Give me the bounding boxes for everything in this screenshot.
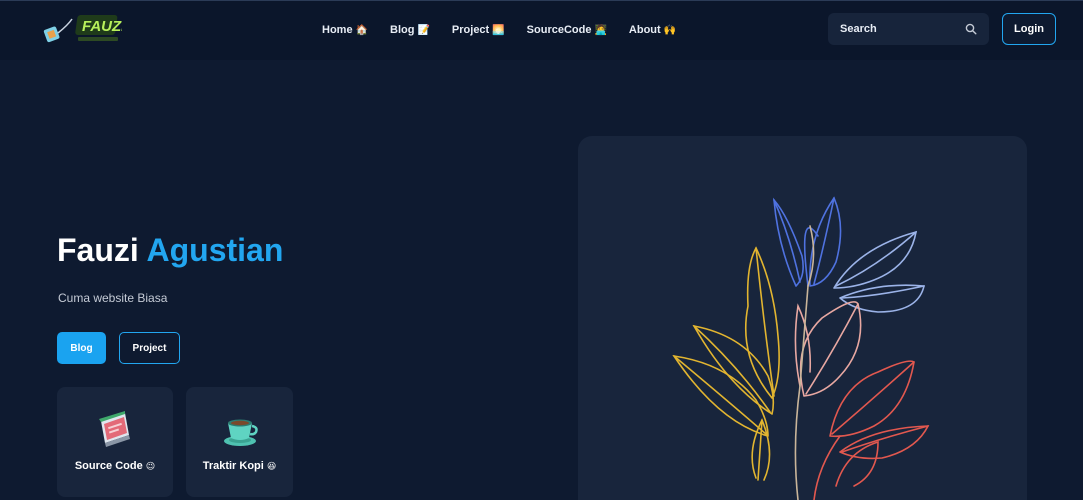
yellow-leaves xyxy=(672,246,780,481)
nav-about-label: About xyxy=(628,24,661,36)
traktir-kopi-card[interactable]: Traktir Kopi 😆 xyxy=(186,387,293,497)
nav-sourcecode[interactable]: SourceCode 🧑‍💻 xyxy=(527,24,607,36)
light-blue-leaves xyxy=(833,230,925,313)
nav-project-label: Project xyxy=(451,24,490,36)
svg-text:FAUZI: FAUZI xyxy=(82,18,122,35)
hero-illustration-panel xyxy=(578,136,1027,500)
house-icon: 🏠 xyxy=(355,24,369,36)
memo-icon: 📝 xyxy=(417,24,430,36)
search-icon[interactable] xyxy=(965,23,977,35)
sunrise-icon: 🌅 xyxy=(492,24,505,36)
site-logo[interactable]: FAUZI xyxy=(42,13,126,47)
nav-blog-label: Blog xyxy=(390,24,415,36)
source-code-card-text: Source Code xyxy=(74,460,143,472)
technologist-icon: 🧑‍💻 xyxy=(594,24,607,36)
coffee-cup-icon xyxy=(223,419,258,446)
hero-subtitle: Cuma website Biasa xyxy=(58,291,168,305)
main-nav: Home 🏠 Blog 📝 Project 🌅 SourceCode 🧑‍💻 A… xyxy=(322,21,676,39)
source-code-card-label: Source Code 😉 xyxy=(57,460,173,472)
logo-icon: FAUZI xyxy=(43,15,126,43)
nav-home-label: Home xyxy=(322,24,353,36)
wink-emoji-icon: 😉 xyxy=(145,461,156,471)
project-button[interactable]: Project xyxy=(119,332,180,364)
hero-title-first: Fauzi xyxy=(57,232,139,268)
blue-leaves xyxy=(772,196,842,287)
nav-project[interactable]: Project 🌅 xyxy=(452,24,505,36)
nav-sourcecode-label: SourceCode xyxy=(526,24,592,36)
raised-hands-icon: 🙌 xyxy=(663,24,677,36)
blog-button[interactable]: Blog xyxy=(57,332,106,364)
nav-about[interactable]: About 🙌 xyxy=(629,24,676,36)
traktir-kopi-card-label: Traktir Kopi 😆 xyxy=(186,460,293,472)
grin-emoji-icon: 😆 xyxy=(266,461,277,471)
code-window-icon xyxy=(99,411,130,447)
login-button[interactable]: Login xyxy=(1002,13,1056,45)
search-bar xyxy=(828,13,989,45)
nav-home[interactable]: Home 🏠 xyxy=(322,24,368,36)
traktir-kopi-card-text: Traktir Kopi xyxy=(202,460,264,472)
hero-title: Fauzi Agustian xyxy=(57,232,283,269)
hero-title-accent: Agustian xyxy=(146,232,284,268)
search-input[interactable] xyxy=(840,23,958,35)
top-navbar: FAUZI Home 🏠 Blog 📝 Project 🌅 SourceCode… xyxy=(0,0,1083,60)
source-code-card[interactable]: Source Code 😉 xyxy=(57,387,173,497)
red-leaves xyxy=(813,360,930,500)
leaf-illustration xyxy=(672,196,930,500)
nav-blog[interactable]: Blog 📝 xyxy=(390,24,430,36)
